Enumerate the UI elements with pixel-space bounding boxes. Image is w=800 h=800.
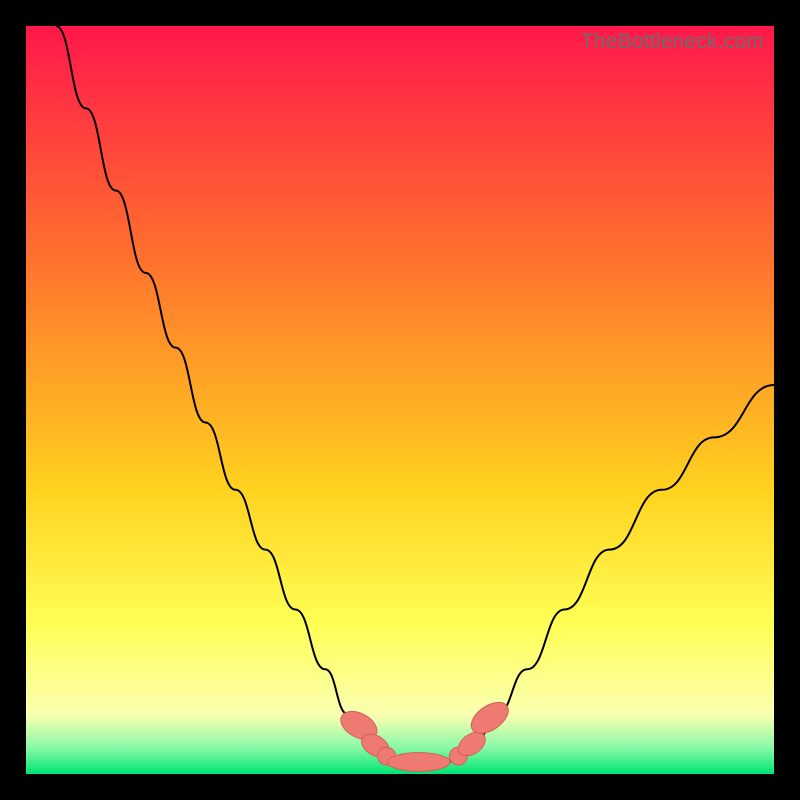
plot-area: TheBottleneck.com — [26, 26, 774, 774]
marker-3 — [387, 753, 450, 772]
watermark-text: TheBottleneck.com — [581, 30, 764, 54]
gradient-bg — [26, 26, 774, 774]
chart-svg — [26, 26, 774, 774]
outer-frame: TheBottleneck.com — [0, 0, 800, 800]
